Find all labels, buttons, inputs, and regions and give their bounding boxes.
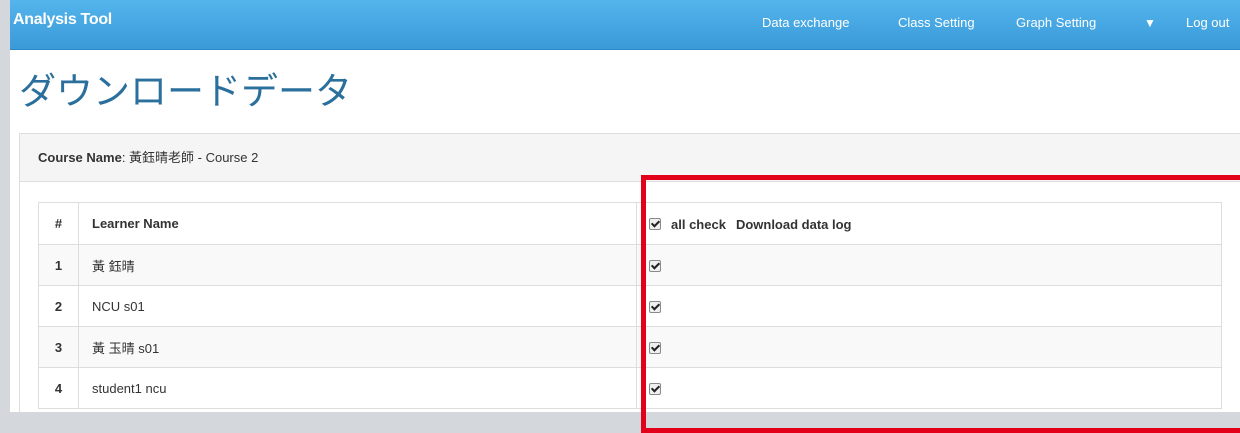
all-check-label: all check xyxy=(671,216,726,232)
row-number: 2 xyxy=(38,285,79,327)
learner-name: student1 ncu xyxy=(78,367,637,409)
nav-data-exchange[interactable]: Data exchange xyxy=(762,15,849,30)
table-row: 3 黃 玉晴 s01 xyxy=(38,326,1222,368)
row-number: 3 xyxy=(38,326,79,368)
course-name-label: Course Name xyxy=(38,150,122,165)
download-cell xyxy=(636,285,1222,327)
course-name-value: : 黃鈺晴老師 - Course 2 xyxy=(121,150,259,165)
download-data-log-label: Download data log xyxy=(735,216,852,232)
column-header-number: # xyxy=(38,202,79,245)
learner-name: 黃 鈺晴 xyxy=(78,244,637,286)
app-window: Analysis Tool Data exchange Class Settin… xyxy=(10,0,1240,412)
download-checkbox[interactable] xyxy=(649,383,661,396)
chevron-down-icon[interactable]: ▼ xyxy=(1144,16,1156,30)
top-navbar: Analysis Tool Data exchange Class Settin… xyxy=(10,0,1240,50)
download-cell xyxy=(636,326,1222,368)
nav-class-setting[interactable]: Class Setting xyxy=(898,15,975,30)
page-title: ダウンロードデータ xyxy=(19,71,352,112)
all-check-checkbox[interactable] xyxy=(649,218,661,231)
course-panel: Course Name: 黃鈺晴老師 - Course 2 # Learner … xyxy=(19,133,1240,412)
course-heading: Course Name: 黃鈺晴老師 - Course 2 xyxy=(20,134,1240,182)
column-header-learner-name: Learner Name xyxy=(78,202,637,245)
table-row: 2 NCU s01 xyxy=(38,285,1222,327)
column-header-download: all check Download data log xyxy=(636,202,1222,245)
row-number: 4 xyxy=(38,367,79,409)
download-checkbox[interactable] xyxy=(649,260,661,273)
download-checkbox[interactable] xyxy=(649,342,661,355)
download-cell xyxy=(636,244,1222,286)
learner-table: # Learner Name all check Download data lo… xyxy=(38,202,1222,409)
learner-name: NCU s01 xyxy=(78,285,637,327)
brand-logo[interactable]: Analysis Tool xyxy=(13,11,112,29)
learner-name: 黃 玉晴 s01 xyxy=(78,326,637,368)
table-row: 4 student1 ncu xyxy=(38,367,1222,409)
download-cell xyxy=(636,367,1222,409)
table-header-row: # Learner Name all check Download data lo… xyxy=(38,202,1222,245)
nav-graph-setting[interactable]: Graph Setting xyxy=(1016,15,1096,30)
logout-link[interactable]: Log out xyxy=(1186,15,1229,30)
download-checkbox[interactable] xyxy=(649,301,661,314)
row-number: 1 xyxy=(38,244,79,286)
table-row: 1 黃 鈺晴 xyxy=(38,244,1222,286)
